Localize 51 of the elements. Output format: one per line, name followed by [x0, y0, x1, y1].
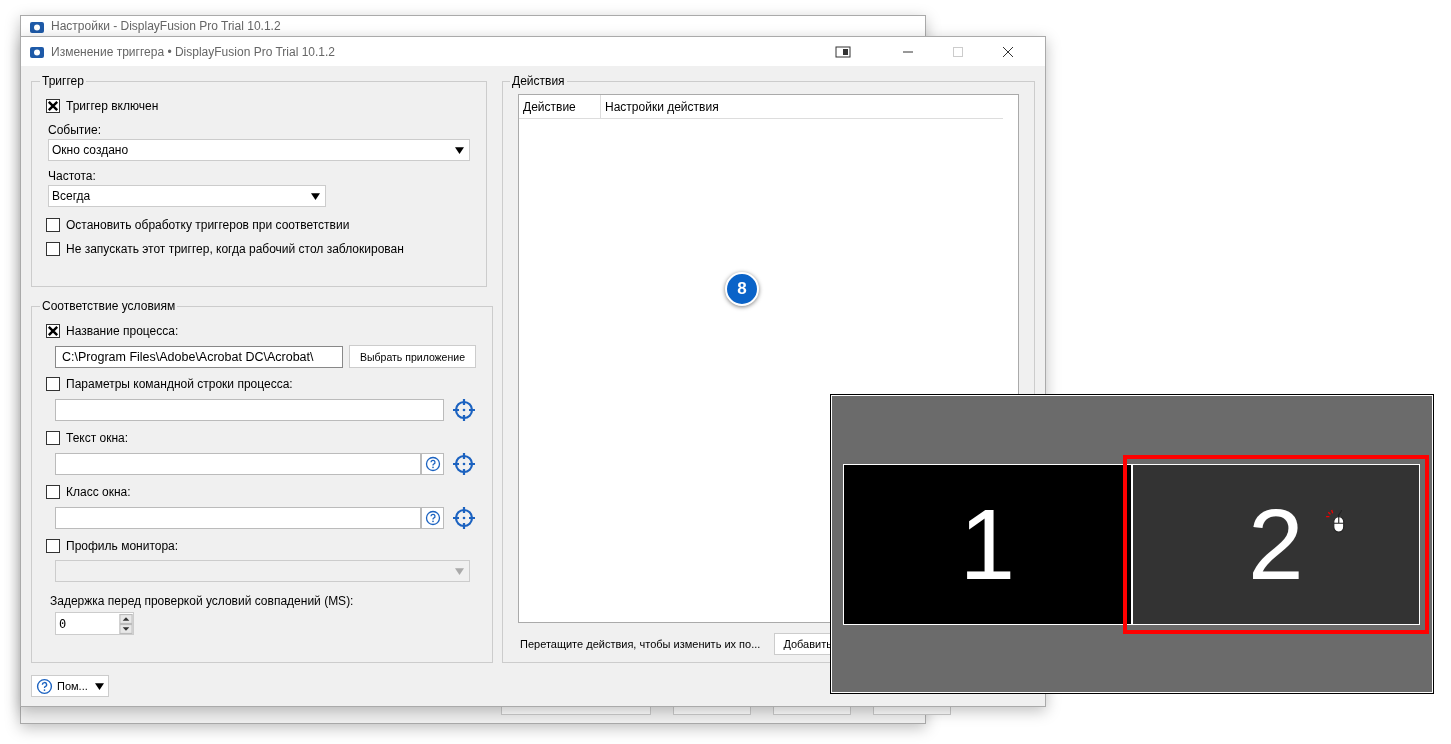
choose-app-button[interactable]: Выбрать приложение [349, 345, 476, 368]
caret-icon [455, 146, 464, 154]
group-title: Триггер [41, 74, 85, 88]
checkbox-label: Профиль монитора: [66, 539, 179, 553]
monitor-icon[interactable] [835, 45, 851, 58]
close-icon[interactable] [1003, 46, 1013, 57]
checkbox-label: Текст окна: [66, 431, 129, 445]
column-header[interactable]: Действие [519, 95, 601, 118]
field-label: Событие: [48, 122, 103, 139]
checkbox-label: Название процесса: [66, 324, 179, 338]
window-title: Изменение триггера • DisplayFusion Pro Trial 10.1.2 [51, 44, 335, 59]
checkbox-label: Триггер включен [66, 99, 159, 113]
window-title: Настройки - DisplayFusion Pro Trial 10.1.2 [51, 19, 281, 33]
help-button[interactable] [421, 507, 444, 529]
process-path-field[interactable]: C:\Program Files\Adobe\Acrobat DC\Acrobat\ [55, 345, 343, 368]
field-label: Частота: [48, 168, 97, 185]
checkbox-label: Остановить обработку триггеров при соответствии [66, 218, 350, 232]
delay-spinner[interactable]: 0 [55, 612, 134, 635]
crosshair-icon[interactable] [452, 398, 476, 422]
caret-icon [311, 192, 320, 200]
checkbox[interactable] [46, 324, 60, 338]
crosshair-icon[interactable] [452, 506, 476, 530]
field-label: Задержка перед проверкой условий совпадений (MS): [50, 593, 355, 610]
caret-icon [455, 567, 464, 575]
checkbox-label: Не запускать этот триггер, когда рабочий стол заблокирован [66, 242, 404, 256]
checkbox[interactable] [46, 431, 60, 445]
hint-text: Перетащите действия, чтобы изменить их по... [520, 638, 761, 650]
monitor-tile[interactable]: 1 [843, 464, 1132, 625]
frequency-dropdown[interactable]: Всегда [48, 185, 326, 207]
input-field[interactable] [55, 399, 444, 421]
caret-icon [95, 682, 104, 690]
crosshair-icon[interactable] [452, 452, 476, 476]
help-icon [36, 677, 53, 695]
checkbox[interactable] [46, 485, 60, 499]
column-header[interactable]: Настройки действия [601, 95, 1003, 118]
checkbox-label: Параметры командной строки процесса: [66, 377, 293, 391]
help-dropdown-button[interactable]: Пом... [31, 675, 109, 697]
checkbox[interactable] [46, 99, 60, 113]
help-button[interactable] [421, 453, 444, 475]
input-field[interactable] [55, 507, 421, 529]
group-title: Соответствие условиям [41, 299, 177, 313]
input-field[interactable] [55, 453, 421, 475]
event-dropdown[interactable]: Окно создано [48, 139, 470, 161]
checkbox-label: Класс окна: [66, 485, 131, 499]
group-title: Действия [511, 74, 566, 88]
mouse-icon [1324, 507, 1347, 535]
checkbox[interactable] [46, 218, 60, 232]
checkbox[interactable] [46, 242, 60, 256]
app-icon [29, 19, 45, 35]
count-badge: 8 [725, 272, 759, 306]
checkbox[interactable] [46, 377, 60, 391]
